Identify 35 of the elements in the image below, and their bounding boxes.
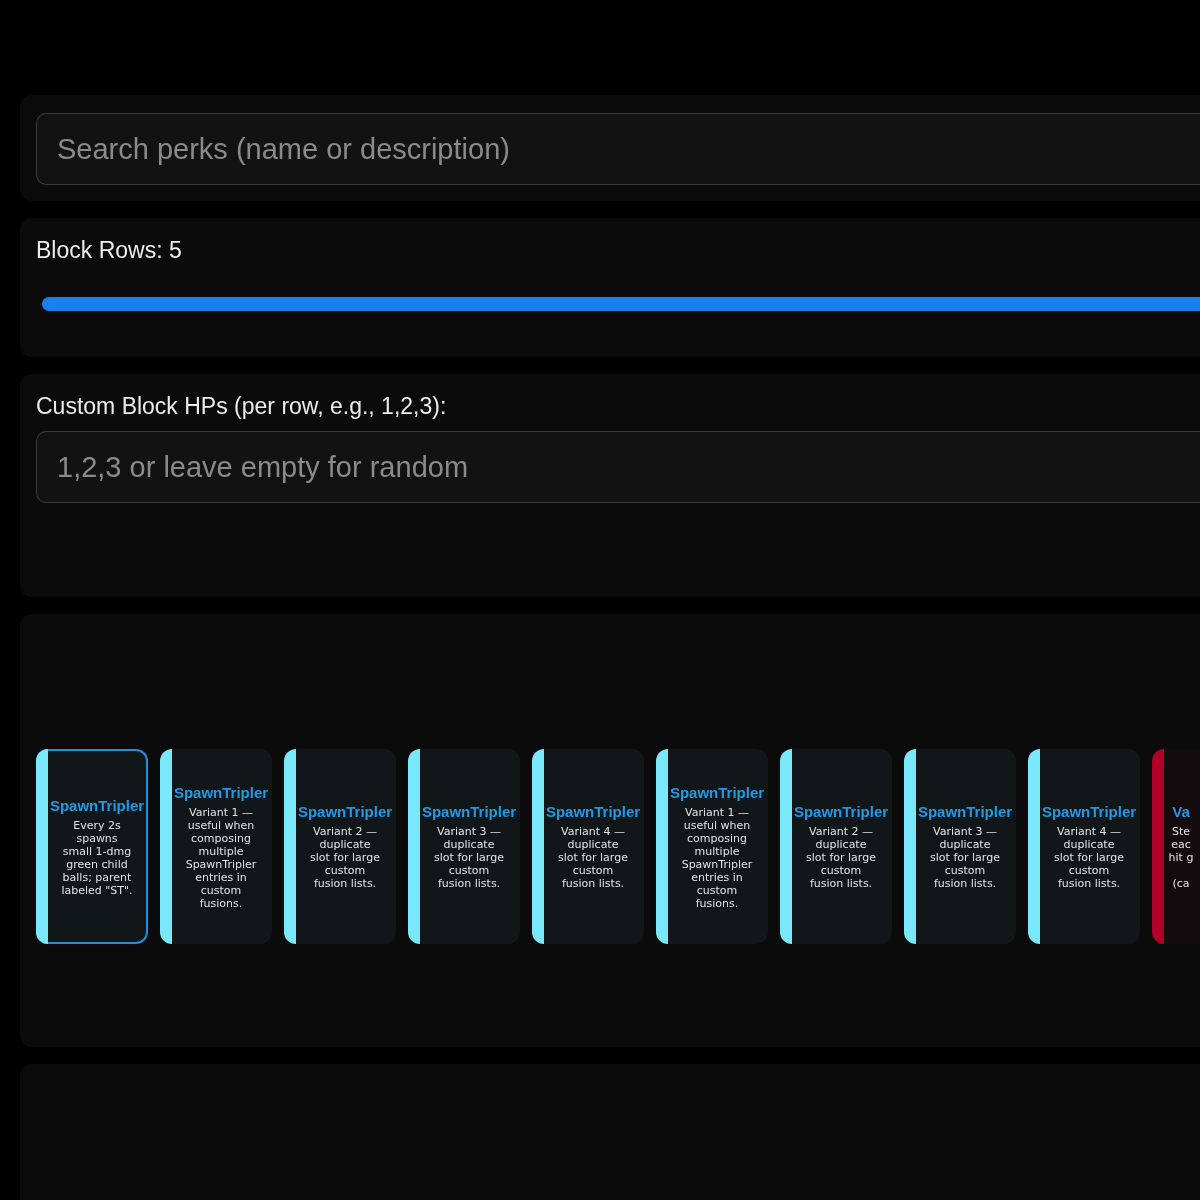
perk-description: Variant 2 — duplicate slot for large custom fusion lists.	[309, 825, 381, 890]
perk-card[interactable]: SpawnTripler Variant 1 — useful when composing multiple SpawnTripler entries in custom fusions.	[160, 749, 272, 944]
search-field[interactable]: Search perks (name or description)	[36, 113, 1200, 185]
perk-title: SpawnTripler	[173, 783, 269, 802]
perk-description: Variant 4 — duplicate slot for large custom fusion lists.	[1053, 825, 1125, 890]
perk-title: Va	[1172, 803, 1190, 821]
perk-description: Every 2s spawns small 1-dmg green child balls; parent labeled "ST".	[60, 818, 134, 897]
perk-description: Variant 3 — duplicate slot for large custom fusion lists.	[433, 825, 505, 890]
perk-title: SpawnTripler	[917, 803, 1013, 821]
perk-title: SpawnTripler	[421, 803, 517, 821]
perk-title: SpawnTripler	[669, 783, 765, 802]
perk-title: SpawnTripler	[297, 803, 393, 821]
perk-card[interactable]: Va Ste eac hit g (ca	[1152, 749, 1200, 944]
perk-description: Variant 4 — duplicate slot for large custom fusion lists.	[557, 825, 629, 890]
slider-track[interactable]	[42, 297, 1200, 311]
perk-description: Variant 1 — useful when composing multiple SpawnTripler entries in custom fusions.	[680, 805, 754, 910]
perk-card[interactable]: SpawnTripler Variant 3 — duplicate slot for large custom fusion lists.	[408, 749, 520, 944]
perk-description: Variant 3 — duplicate slot for large custom fusion lists.	[929, 825, 1001, 890]
custom-hp-label: Custom Block HPs (per row, e.g., 1,2,3):	[36, 392, 447, 420]
perk-card[interactable]: SpawnTripler Variant 2 — duplicate slot for large custom fusion lists.	[284, 749, 396, 944]
perk-card[interactable]: SpawnTripler Variant 1 — useful when composing multiple SpawnTripler entries in custom fusions.	[656, 749, 768, 944]
perk-card[interactable]: SpawnTripler Every 2s spawns small 1-dmg green child balls; parent labeled "ST".	[36, 749, 148, 944]
perk-card[interactable]: SpawnTripler Variant 3 — duplicate slot for large custom fusion lists.	[904, 749, 1016, 944]
perk-card[interactable]: SpawnTripler Variant 4 — duplicate slot for large custom fusion lists.	[532, 749, 644, 944]
perk-title: SpawnTripler	[1041, 803, 1137, 821]
perk-title: SpawnTripler	[545, 803, 641, 821]
perk-card[interactable]: SpawnTripler Variant 2 — duplicate slot for large custom fusion lists.	[780, 749, 892, 944]
perk-title: SpawnTripler	[793, 803, 889, 821]
perk-description: Ste eac hit g (ca	[1167, 825, 1195, 890]
perk-description: Variant 2 — duplicate slot for large custom fusion lists.	[805, 825, 877, 890]
block-rows-label: Block Rows: 5	[36, 236, 182, 264]
custom-hp-field[interactable]: 1,2,3 or leave empty for random	[36, 431, 1200, 503]
perk-description: Variant 1 — useful when composing multiple SpawnTripler entries in custom fusions.	[184, 805, 258, 910]
perk-card[interactable]: SpawnTripler Variant 4 — duplicate slot for large custom fusion lists.	[1028, 749, 1140, 944]
perk-title: SpawnTripler	[49, 796, 145, 815]
